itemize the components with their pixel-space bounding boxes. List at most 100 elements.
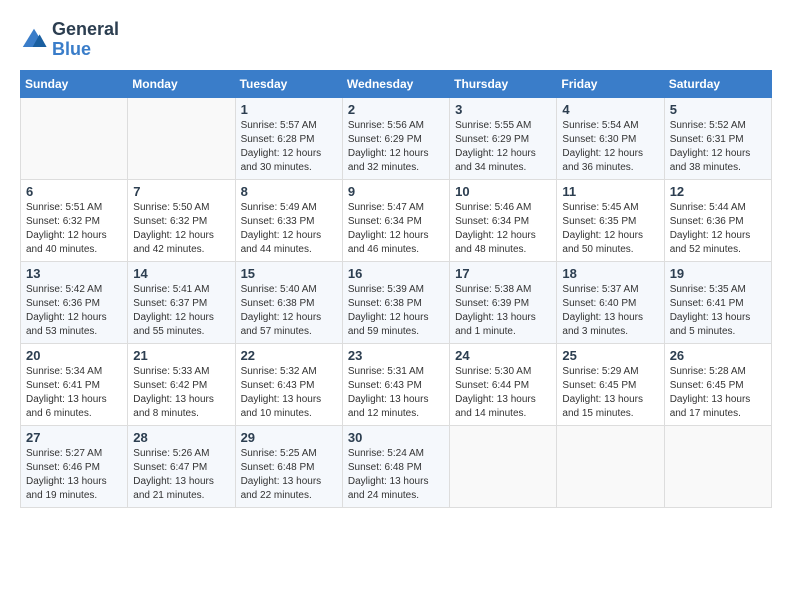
day-info: Sunrise: 5:35 AM Sunset: 6:41 PM Dayligh… [670,283,766,339]
day-info: Sunrise: 5:33 AM Sunset: 6:42 PM Dayligh… [133,365,229,421]
calendar-cell: 19 Sunrise: 5:35 AM Sunset: 6:41 PM Dayli… [664,261,771,343]
day-info: Sunrise: 5:29 AM Sunset: 6:45 PM Dayligh… [562,365,658,421]
calendar-week-0: 1 Sunrise: 5:57 AM Sunset: 6:28 PM Daylig… [21,97,772,179]
day-number: 2 [348,102,444,117]
calendar-cell: 12 Sunrise: 5:44 AM Sunset: 6:36 PM Dayli… [664,179,771,261]
calendar-cell: 3 Sunrise: 5:55 AM Sunset: 6:29 PM Daylig… [450,97,557,179]
day-info: Sunrise: 5:56 AM Sunset: 6:29 PM Dayligh… [348,119,444,175]
day-number: 7 [133,184,229,199]
day-number: 16 [348,266,444,281]
calendar-cell: 20 Sunrise: 5:34 AM Sunset: 6:41 PM Dayli… [21,343,128,425]
day-number: 26 [670,348,766,363]
calendar-cell: 25 Sunrise: 5:29 AM Sunset: 6:45 PM Dayli… [557,343,664,425]
weekday-header-saturday: Saturday [664,70,771,97]
day-number: 19 [670,266,766,281]
calendar-cell: 16Sunrise: 5:39 AM Sunset: 6:38 PM Dayli… [342,261,449,343]
day-info: Sunrise: 5:44 AM Sunset: 6:36 PM Dayligh… [670,201,766,257]
calendar-cell: 9 Sunrise: 5:47 AM Sunset: 6:34 PM Daylig… [342,179,449,261]
day-info: Sunrise: 5:40 AM Sunset: 6:38 PM Dayligh… [241,283,337,339]
day-info: Sunrise: 5:38 AM Sunset: 6:39 PM Dayligh… [455,283,551,339]
day-info: Sunrise: 5:37 AM Sunset: 6:40 PM Dayligh… [562,283,658,339]
calendar-cell: 8 Sunrise: 5:49 AM Sunset: 6:33 PM Daylig… [235,179,342,261]
calendar-cell: 11 Sunrise: 5:45 AM Sunset: 6:35 PM Dayli… [557,179,664,261]
day-number: 25 [562,348,658,363]
calendar-cell [450,425,557,507]
weekday-header-wednesday: Wednesday [342,70,449,97]
calendar-cell: 23 Sunrise: 5:31 AM Sunset: 6:43 PM Dayli… [342,343,449,425]
calendar-cell: 2 Sunrise: 5:56 AM Sunset: 6:29 PM Daylig… [342,97,449,179]
day-number: 11 [562,184,658,199]
day-number: 12 [670,184,766,199]
calendar-cell: 22Sunrise: 5:32 AM Sunset: 6:43 PM Dayli… [235,343,342,425]
day-number: 18 [562,266,658,281]
calendar-cell: 13 Sunrise: 5:42 AM Sunset: 6:36 PM Dayli… [21,261,128,343]
calendar-body: 1 Sunrise: 5:57 AM Sunset: 6:28 PM Daylig… [21,97,772,507]
weekday-header-thursday: Thursday [450,70,557,97]
calendar-cell: 30 Sunrise: 5:24 AM Sunset: 6:48 PM Dayli… [342,425,449,507]
weekday-header-tuesday: Tuesday [235,70,342,97]
calendar-cell: 18 Sunrise: 5:37 AM Sunset: 6:40 PM Dayli… [557,261,664,343]
day-number: 29 [241,430,337,445]
day-info: Sunrise: 5:31 AM Sunset: 6:43 PM Dayligh… [348,365,444,421]
day-info: Sunrise: 5:52 AM Sunset: 6:31 PM Dayligh… [670,119,766,175]
day-info: Sunrise: 5:54 AM Sunset: 6:30 PM Dayligh… [562,119,658,175]
day-number: 4 [562,102,658,117]
day-number: 23 [348,348,444,363]
logo: General Blue [20,20,119,60]
day-number: 28 [133,430,229,445]
day-number: 20 [26,348,122,363]
day-number: 21 [133,348,229,363]
day-info: Sunrise: 5:28 AM Sunset: 6:45 PM Dayligh… [670,365,766,421]
calendar-header: SundayMondayTuesdayWednesdayThursdayFrid… [21,70,772,97]
calendar-cell: 1 Sunrise: 5:57 AM Sunset: 6:28 PM Daylig… [235,97,342,179]
calendar-cell: 17 Sunrise: 5:38 AM Sunset: 6:39 PM Dayli… [450,261,557,343]
logo-text: General Blue [52,20,119,60]
weekday-row: SundayMondayTuesdayWednesdayThursdayFrid… [21,70,772,97]
calendar-cell: 29Sunrise: 5:25 AM Sunset: 6:48 PM Dayli… [235,425,342,507]
calendar-week-4: 27 Sunrise: 5:27 AM Sunset: 6:46 PM Dayli… [21,425,772,507]
day-info: Sunrise: 5:32 AM Sunset: 6:43 PM Dayligh… [241,365,337,421]
calendar-cell [557,425,664,507]
day-info: Sunrise: 5:27 AM Sunset: 6:46 PM Dayligh… [26,447,122,503]
day-number: 8 [241,184,337,199]
day-info: Sunrise: 5:42 AM Sunset: 6:36 PM Dayligh… [26,283,122,339]
day-info: Sunrise: 5:45 AM Sunset: 6:35 PM Dayligh… [562,201,658,257]
day-info: Sunrise: 5:41 AM Sunset: 6:37 PM Dayligh… [133,283,229,339]
calendar-cell: 10Sunrise: 5:46 AM Sunset: 6:34 PM Dayli… [450,179,557,261]
logo-icon [20,26,48,54]
calendar-cell: 14Sunrise: 5:41 AM Sunset: 6:37 PM Dayli… [128,261,235,343]
day-number: 27 [26,430,122,445]
day-number: 3 [455,102,551,117]
calendar-cell [21,97,128,179]
calendar-cell: 5Sunrise: 5:52 AM Sunset: 6:31 PM Daylig… [664,97,771,179]
day-number: 6 [26,184,122,199]
calendar-cell [664,425,771,507]
calendar-cell: 4 Sunrise: 5:54 AM Sunset: 6:30 PM Daylig… [557,97,664,179]
day-number: 17 [455,266,551,281]
calendar-cell: 6 Sunrise: 5:51 AM Sunset: 6:32 PM Daylig… [21,179,128,261]
day-number: 10 [455,184,551,199]
day-info: Sunrise: 5:55 AM Sunset: 6:29 PM Dayligh… [455,119,551,175]
calendar-cell: 24Sunrise: 5:30 AM Sunset: 6:44 PM Dayli… [450,343,557,425]
weekday-header-sunday: Sunday [21,70,128,97]
day-number: 1 [241,102,337,117]
day-info: Sunrise: 5:24 AM Sunset: 6:48 PM Dayligh… [348,447,444,503]
calendar-cell [128,97,235,179]
calendar-cell: 15 Sunrise: 5:40 AM Sunset: 6:38 PM Dayli… [235,261,342,343]
day-number: 13 [26,266,122,281]
day-info: Sunrise: 5:51 AM Sunset: 6:32 PM Dayligh… [26,201,122,257]
day-info: Sunrise: 5:57 AM Sunset: 6:28 PM Dayligh… [241,119,337,175]
calendar-week-2: 13 Sunrise: 5:42 AM Sunset: 6:36 PM Dayli… [21,261,772,343]
day-info: Sunrise: 5:30 AM Sunset: 6:44 PM Dayligh… [455,365,551,421]
day-number: 15 [241,266,337,281]
calendar-cell: 27 Sunrise: 5:27 AM Sunset: 6:46 PM Dayli… [21,425,128,507]
day-info: Sunrise: 5:34 AM Sunset: 6:41 PM Dayligh… [26,365,122,421]
calendar-cell: 21 Sunrise: 5:33 AM Sunset: 6:42 PM Dayli… [128,343,235,425]
day-info: Sunrise: 5:50 AM Sunset: 6:32 PM Dayligh… [133,201,229,257]
day-info: Sunrise: 5:49 AM Sunset: 6:33 PM Dayligh… [241,201,337,257]
day-info: Sunrise: 5:26 AM Sunset: 6:47 PM Dayligh… [133,447,229,503]
calendar-cell: 28 Sunrise: 5:26 AM Sunset: 6:47 PM Dayli… [128,425,235,507]
day-number: 30 [348,430,444,445]
day-number: 9 [348,184,444,199]
day-info: Sunrise: 5:47 AM Sunset: 6:34 PM Dayligh… [348,201,444,257]
